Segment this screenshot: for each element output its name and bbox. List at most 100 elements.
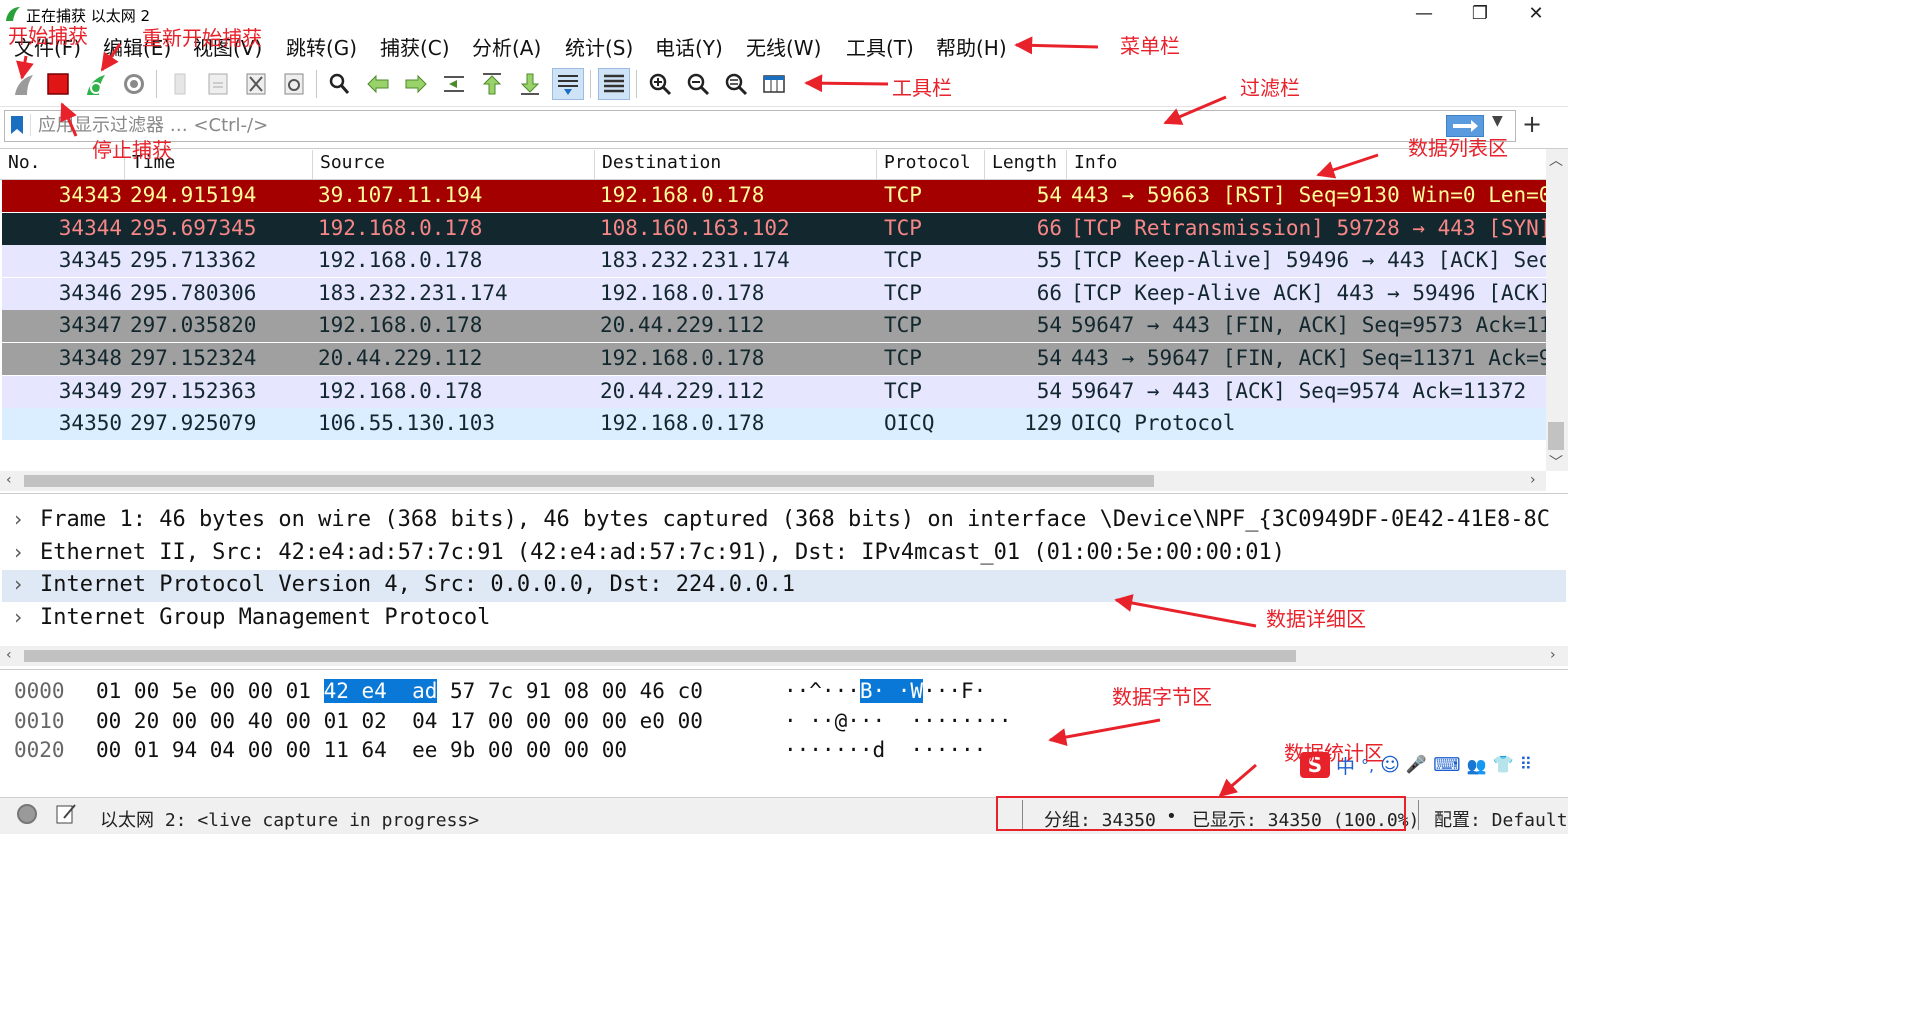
ime-keyboard-icon[interactable]: ⌨ — [1433, 754, 1460, 776]
column-header-info[interactable]: Info — [1074, 152, 1117, 173]
cell-info: [TCP Retransmission] 59728 → 443 [SYN] — [1071, 215, 1546, 240]
scroll-right-icon[interactable]: › — [1530, 472, 1536, 488]
stop-capture-button[interactable] — [42, 68, 74, 100]
find-packet-button[interactable] — [324, 68, 356, 100]
scroll-up-icon[interactable]: ︿ — [1549, 150, 1563, 170]
capture-comment-icon[interactable] — [54, 802, 78, 826]
open-file-button[interactable] — [164, 68, 196, 100]
scroll-down-icon[interactable]: ﹀ — [1549, 452, 1563, 472]
column-separator[interactable] — [876, 150, 877, 179]
bookmark-icon[interactable] — [10, 115, 24, 135]
zoom-in-button[interactable] — [644, 68, 676, 100]
add-filter-button[interactable]: + — [1522, 110, 1542, 138]
packet-list-vscroll-thumb[interactable] — [1548, 422, 1564, 450]
capture-options-button[interactable] — [118, 68, 150, 100]
go-back-button[interactable] — [362, 68, 394, 100]
close-window-button[interactable]: ✕ — [1508, 0, 1564, 30]
menu-capture[interactable]: 捕获(C) — [380, 32, 450, 61]
restart-capture-button[interactable] — [80, 68, 112, 100]
packet-row[interactable]: 34347 297.035820 192.168.0.178 20.44.229.11… — [2, 310, 1546, 343]
column-header-no[interactable]: No. — [8, 152, 41, 173]
cell-length: 129 — [1024, 411, 1062, 436]
ascii-segment: ·······d ······ — [784, 738, 987, 762]
scroll-left-icon[interactable]: ‹ — [6, 647, 12, 663]
expand-chevron-icon[interactable]: › — [12, 507, 24, 531]
profile-selector[interactable]: 配置: Default — [1434, 806, 1568, 832]
ascii-bytes[interactable]: ··^···B· ·W···F· — [784, 679, 986, 703]
packet-row[interactable]: 34350 297.925079 106.55.130.103 192.168.0.1… — [2, 408, 1546, 441]
cell-length: 54 — [1036, 378, 1062, 403]
column-header-destination[interactable]: Destination — [602, 152, 721, 173]
go-to-packet-button[interactable] — [438, 68, 470, 100]
annotation-restart-capture: 重新开始捕获 — [142, 26, 262, 50]
cell-protocol: TCP — [884, 346, 922, 370]
menu-wireless[interactable]: 无线(W) — [746, 32, 821, 61]
annotation-stop-capture: 停止捕获 — [92, 138, 172, 162]
packet-list-hscroll-thumb[interactable] — [24, 475, 1154, 487]
ime-voice-icon[interactable]: 🎤 — [1406, 755, 1427, 775]
ime-user-icon[interactable]: 👥 — [1467, 756, 1487, 775]
byte-offset: 0000 — [14, 679, 65, 703]
display-filter-input[interactable] — [38, 112, 1428, 138]
ascii-segment: · ··@··· ········ — [784, 708, 1012, 733]
minimize-button[interactable]: — — [1396, 0, 1452, 30]
ime-skin-icon[interactable]: 👕 — [1492, 755, 1513, 775]
colorize-button[interactable] — [598, 68, 630, 100]
scroll-right-icon[interactable]: › — [1550, 647, 1556, 663]
packet-row[interactable]: 34349 297.152363 192.168.0.178 20.44.229.11… — [2, 375, 1546, 408]
hex-bytes[interactable]: 00 20 00 00 40 00 01 02 04 17 00 00 00 0… — [96, 709, 703, 733]
column-separator[interactable] — [984, 150, 985, 179]
byte-offset: 0010 — [14, 708, 65, 733]
column-header-protocol[interactable]: Protocol — [884, 152, 971, 173]
zoom-normal-button[interactable] — [720, 68, 752, 100]
column-separator[interactable] — [312, 150, 313, 179]
reload-file-button[interactable] — [278, 68, 310, 100]
column-header-length[interactable]: Length — [992, 152, 1057, 173]
cell-protocol: OICQ — [884, 411, 935, 436]
expert-info-icon[interactable] — [17, 804, 37, 824]
expand-chevron-icon[interactable]: › — [12, 540, 24, 564]
cell-protocol: TCP — [884, 183, 922, 207]
details-hscroll-thumb[interactable] — [24, 650, 1296, 662]
close-file-button[interactable] — [240, 68, 272, 100]
go-first-button[interactable] — [476, 68, 508, 100]
start-capture-button[interactable] — [8, 68, 40, 100]
column-separator[interactable] — [594, 150, 595, 179]
detail-tree-item[interactable]: › Ethernet II, Src: 42:e4:ad:57:7c:91 (42… — [2, 538, 1566, 570]
menu-telephony[interactable]: 电话(Y) — [655, 32, 723, 61]
cell-time: 295.713362 — [130, 248, 257, 273]
scroll-left-icon[interactable]: ‹ — [6, 472, 12, 488]
packet-row[interactable]: 34348 297.152324 20.44.229.112 192.168.0.17… — [2, 343, 1546, 375]
hex-bytes[interactable]: 00 01 94 04 00 00 11 64 ee 9b 00 00 00 0… — [96, 738, 627, 762]
go-last-button[interactable] — [514, 68, 546, 100]
menu-go[interactable]: 跳转(G) — [286, 32, 357, 61]
column-header-source[interactable]: Source — [320, 152, 385, 173]
menu-statistics[interactable]: 统计(S) — [565, 32, 633, 61]
expand-chevron-icon[interactable]: › — [12, 572, 24, 596]
save-file-button[interactable] — [202, 68, 234, 100]
resize-columns-button[interactable] — [758, 68, 790, 100]
packet-row[interactable]: 34344 295.697345 192.168.0.178 108.160.163.… — [2, 212, 1546, 245]
packet-row[interactable]: 34343 294.915194 39.107.11.194 192.168.0.17… — [2, 180, 1546, 212]
zoom-out-button[interactable] — [682, 68, 714, 100]
menu-help[interactable]: 帮助(H) — [936, 32, 1007, 61]
cell-source: 192.168.0.178 — [318, 378, 483, 403]
packet-row[interactable]: 34346 295.780306 183.232.231.174 192.168.0.… — [2, 277, 1546, 310]
go-forward-button[interactable] — [400, 68, 432, 100]
maximize-button[interactable]: ❐ — [1452, 0, 1508, 30]
menu-tools[interactable]: 工具(T) — [846, 32, 914, 61]
menu-analyze[interactable]: 分析(A) — [472, 32, 541, 61]
packet-row[interactable]: 34345 295.713362 192.168.0.178 183.232.231.… — [2, 245, 1546, 278]
expand-chevron-icon[interactable]: › — [12, 605, 24, 629]
filter-history-dropdown[interactable]: ▼ — [1492, 113, 1503, 129]
detail-tree-item[interactable]: › Frame 1: 46 bytes on wire (368 bits), 4… — [2, 505, 1566, 537]
cell-no: 34349 — [58, 378, 122, 403]
ascii-bytes[interactable]: · ··@··· ········ — [784, 709, 1012, 733]
ascii-bytes[interactable]: ·······d ······ — [784, 738, 986, 762]
cell-source: 192.168.0.178 — [318, 215, 483, 240]
detail-tree-item[interactable]: › Internet Protocol Version 4, Src: 0.0.0… — [2, 570, 1566, 603]
auto-scroll-button[interactable] — [552, 68, 584, 100]
ime-menu-icon[interactable]: ⠿ — [1520, 755, 1532, 775]
column-separator[interactable] — [1066, 150, 1067, 179]
hex-bytes[interactable]: 01 00 5e 00 00 01 42 e4 ad 57 7c 91 08 0… — [96, 679, 703, 703]
